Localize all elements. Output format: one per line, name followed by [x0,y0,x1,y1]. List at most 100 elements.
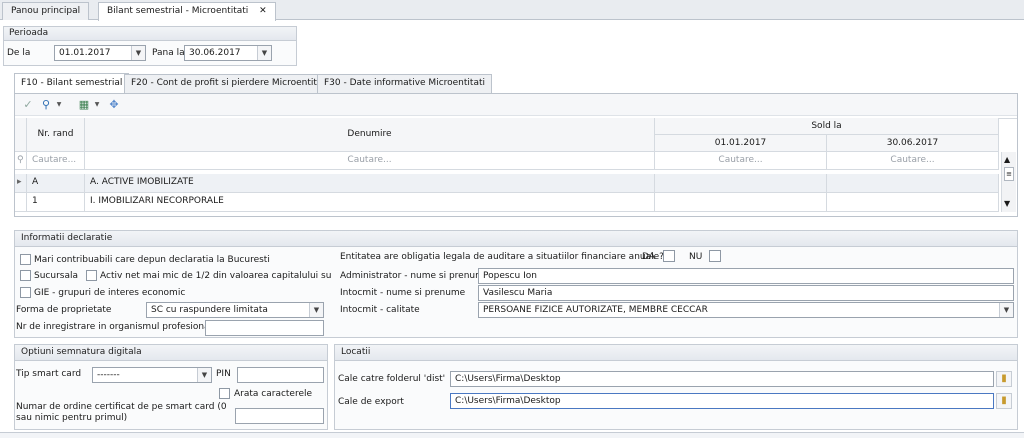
row-value[interactable] [827,193,999,212]
intocmit-calitate-label: Intocmit - calitate [340,305,420,315]
mari-contrib-label: Mari contribuabili care depun declaratia… [34,255,270,265]
zoom-icon[interactable]: ⚲ [38,97,54,113]
col-header-sold-la[interactable]: Sold la [655,118,999,135]
perioada-panel: Perioada De la 01.01.2017 ▼ Pana la 30.0… [3,26,297,66]
gie-checkbox[interactable] [20,287,31,298]
mari-contrib-checkbox[interactable] [20,254,31,265]
forma-proprietate-select[interactable]: SC cu raspundere limitata ▼ [146,302,324,318]
col-header-date1[interactable]: 01.01.2017 [655,135,827,152]
semnatura-title: Optiuni semnatura digitala [15,345,327,361]
arata-caractere-checkbox[interactable] [219,388,230,399]
locatii-title: Locatii [335,345,1017,361]
grid-scrollbar[interactable]: ▲ ≡ ▼ [1001,152,1016,212]
nr-inregistrare-input[interactable] [205,320,324,336]
gie-label: GIE - grupuri de interes economic [34,288,186,298]
tab-panou-principal[interactable]: Panou principal [2,2,90,20]
informatii-title: Informatii declaratie [15,231,1017,247]
sucursala-checkbox[interactable] [20,270,31,281]
tab-label: Bilant semestrial - Microentitati [107,6,249,16]
grid-header-indicator [15,118,27,152]
grid-toolbar [15,94,1017,116]
row-denumire: I. IMOBILIZARI NECORPORALE [85,193,655,212]
row-value[interactable] [655,193,827,212]
cale-dist-label: Cale catre folderul 'dist' [338,374,446,384]
folder-browse-icon[interactable]: ▮ [996,371,1012,387]
nr-inregistrare-label: Nr de inregistrare in organismul profesi… [16,322,213,332]
row-denumire: A. ACTIVE IMOBILIZATE [85,174,655,193]
pana-la-label: Pana la [152,48,185,58]
date-to-picker[interactable]: 30.06.2017 ▼ [184,45,272,61]
col-header-date2[interactable]: 30.06.2017 [827,135,999,152]
chevron-down-icon[interactable]: ▼ [309,303,323,317]
scroll-down-icon[interactable]: ▼ [1004,199,1010,208]
forma-proprietate-value: SC cu raspundere limitata [151,305,268,315]
bottom-border [0,432,1024,438]
chevron-down-icon[interactable]: ▼ [999,303,1013,317]
row-indicator: ▸ [15,174,27,193]
tab-label: F20 - Cont de profit si pierdere Microen… [131,78,329,88]
audit-da-label: DA [642,252,655,262]
tab-bilant-semestrial[interactable]: Bilant semestrial - Microentitati ✕ [98,2,276,21]
date-to-value: 30.06.2017 [189,48,241,58]
chevron-down-icon[interactable]: ▼ [54,97,64,113]
administrator-input[interactable]: Popescu Ion [478,268,1014,284]
check-icon[interactable]: ✓ [20,97,36,113]
numar-certificat-label-1: Numar de ordine certificat de pe smart c… [16,402,227,412]
row-nr: 1 [27,193,85,212]
chevron-down-icon[interactable]: ▼ [257,46,271,60]
audit-da-checkbox[interactable] [663,250,675,262]
row-value[interactable] [827,174,999,193]
tip-smart-card-label: Tip smart card [16,369,82,379]
row-value[interactable] [655,174,827,193]
tip-smart-card-select[interactable]: ------- ▼ [92,367,212,383]
intocmit-calitate-value: PERSOANE FIZICE AUTORIZATE, MEMBRE CECCA… [483,305,708,315]
cale-dist-input[interactable]: C:\Users\Firma\Desktop [450,371,994,387]
administrator-label: Administrator - nume si prenume [340,271,490,281]
pin-input[interactable] [237,367,324,383]
col-header-nr-rand[interactable]: Nr. rand [27,118,85,152]
scroll-thumb[interactable]: ≡ [1004,167,1014,181]
date-from-picker[interactable]: 01.01.2017 ▼ [54,45,146,61]
filter-denumire[interactable]: Cautare... [85,152,655,170]
locatii-panel: Locatii [334,344,1018,430]
intocmit-nume-input[interactable]: Vasilescu Maria [478,285,1014,301]
cale-export-label: Cale de export [338,397,404,407]
move-icon[interactable]: ✥ [106,97,122,113]
pin-label: PIN [216,369,231,379]
folder-browse-icon[interactable]: ▮ [996,393,1012,409]
filter-date1[interactable]: Cautare... [655,152,827,170]
numar-certificat-input[interactable] [235,408,324,424]
close-icon[interactable]: ✕ [259,6,267,16]
chevron-down-icon[interactable]: ▼ [197,368,211,382]
tip-smart-card-value: ------- [97,370,120,380]
numar-certificat-label-2: sau nimic pentru primul) [16,413,128,423]
tab-f30[interactable]: F30 - Date informative Microentitati [317,74,492,93]
filter-date2[interactable]: Cautare... [827,152,999,170]
tab-f10[interactable]: F10 - Bilant semestrial [14,73,130,94]
calendar-icon[interactable]: ▦ [76,97,92,113]
audit-nu-label: NU [689,252,703,262]
chevron-down-icon[interactable]: ▼ [92,97,102,113]
audit-question-label: Entitatea are obligatia legala de audita… [340,252,664,262]
scroll-up-icon[interactable]: ▲ [1004,155,1010,164]
perioada-title: Perioada [4,27,296,41]
row-indicator [15,193,27,212]
activ-net-checkbox[interactable] [86,270,97,281]
col-header-denumire[interactable]: Denumire [85,118,655,152]
intocmit-nume-label: Intocmit - nume si prenume [340,288,466,298]
tab-label: F30 - Date informative Microentitati [324,78,485,88]
activ-net-label: Activ net mai mic de 1/2 din valoarea ca… [100,271,332,281]
audit-nu-checkbox[interactable] [709,250,721,262]
sucursala-label: Sucursala [34,271,78,281]
filter-icon: ⚲ [15,152,27,170]
tab-f20[interactable]: F20 - Cont de profit si pierdere Microen… [124,74,336,93]
tab-label: F10 - Bilant semestrial [21,78,123,88]
intocmit-calitate-select[interactable]: PERSOANE FIZICE AUTORIZATE, MEMBRE CECCA… [478,302,1014,318]
date-from-value: 01.01.2017 [59,48,111,58]
forma-proprietate-label: Forma de proprietate [16,305,112,315]
chevron-down-icon[interactable]: ▼ [131,46,145,60]
cale-export-input[interactable]: C:\Users\Firma\Desktop [450,393,994,409]
filter-nr-rand[interactable]: Cautare... [27,152,85,170]
tab-label: Panou principal [11,6,81,16]
de-la-label: De la [7,48,31,58]
